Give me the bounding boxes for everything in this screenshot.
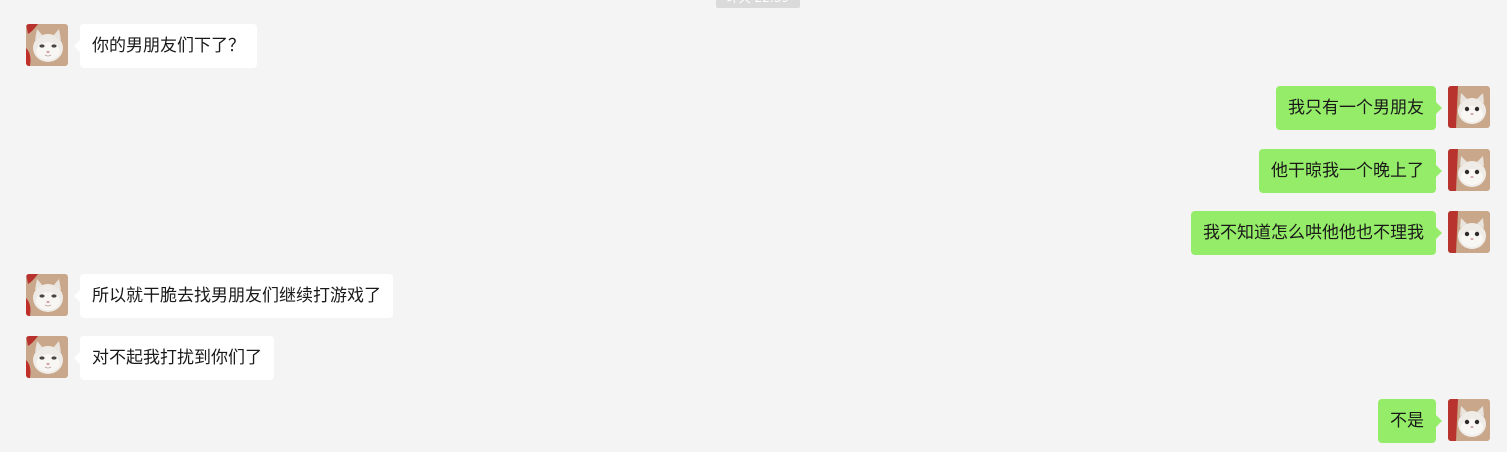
cat-avatar-icon[interactable]: [1448, 86, 1490, 128]
chat-message-received: 对不起我打扰到你们了: [26, 336, 274, 380]
message-bubble[interactable]: 我只有一个男朋友: [1276, 86, 1442, 130]
cat-avatar-icon[interactable]: [1448, 211, 1490, 253]
chat-message-received: 所以就干脆去找男朋友们继续打游戏了: [26, 274, 393, 318]
message-bubble[interactable]: 对不起我打扰到你们了: [74, 336, 274, 380]
message-bubble[interactable]: 他干晾我一个晚上了: [1259, 149, 1442, 193]
message-bubble[interactable]: 你的男朋友们下了？: [74, 24, 257, 68]
message-bubble[interactable]: 不是: [1378, 399, 1442, 443]
chat-message-received: 你的男朋友们下了？: [26, 24, 257, 68]
chat-window: 昨天 22:39 你的男朋友们下了？: [0, 0, 1507, 452]
cat-avatar-icon[interactable]: [26, 336, 68, 378]
cat-avatar-icon[interactable]: [26, 274, 68, 316]
cat-avatar-icon[interactable]: [1448, 149, 1490, 191]
message-bubble[interactable]: 所以就干脆去找男朋友们继续打游戏了: [74, 274, 393, 318]
cat-avatar-icon[interactable]: [26, 24, 68, 66]
chat-message-sent: 不是: [1378, 399, 1490, 443]
chat-message-sent: 他干晾我一个晚上了: [1259, 149, 1490, 193]
message-bubble[interactable]: 我不知道怎么哄他他也不理我: [1191, 211, 1442, 255]
chat-timestamp: 昨天 22:39: [716, 0, 800, 8]
chat-message-sent: 我只有一个男朋友: [1276, 86, 1490, 130]
cat-avatar-icon[interactable]: [1448, 399, 1490, 441]
chat-message-sent: 我不知道怎么哄他他也不理我: [1191, 211, 1490, 255]
